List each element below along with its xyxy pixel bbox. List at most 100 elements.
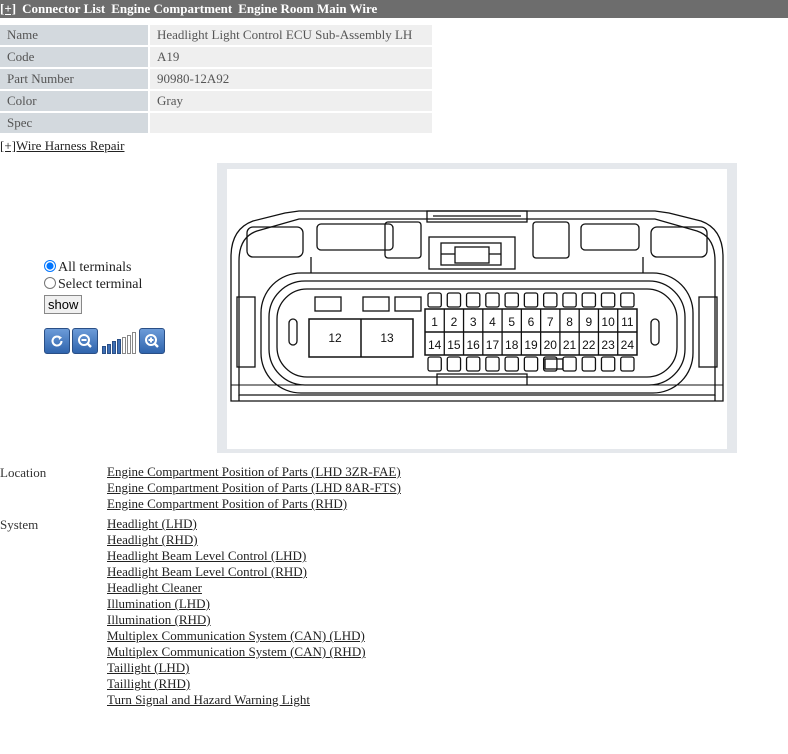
terminal-12[interactable]: 12 [328,331,342,345]
location-link[interactable]: Engine Compartment Position of Parts (LH… [107,464,401,480]
terminal-2[interactable]: 2 [451,315,458,329]
system-link[interactable]: Headlight (RHD) [107,532,366,548]
info-label: Code [0,47,148,67]
system-link[interactable]: Taillight (RHD) [107,676,366,692]
terminal-controls: All terminals Select terminal show [44,259,142,314]
terminal-13[interactable]: 13 [380,331,394,345]
terminal-slot [427,356,442,372]
system-link[interactable]: Headlight (LHD) [107,516,366,532]
terminal-18[interactable]: 18 [505,338,519,352]
select-terminal-option[interactable]: Select terminal [44,276,142,293]
info-value: Headlight Light Control ECU Sub-Assembly… [150,25,432,45]
terminal-24[interactable]: 24 [621,338,635,352]
terminal-slot [504,292,520,308]
info-label: Color [0,91,148,111]
info-label: Spec [0,113,148,133]
zoom-step[interactable] [127,334,131,354]
connector-drawing: 12 13 1 2 3 4 5 6 7 8 9 10 11 14 15 16 17 18 19 20 21 22 23… [227,169,727,449]
system-link[interactable]: Illumination (LHD) [107,596,366,612]
terminal-3[interactable]: 3 [470,315,477,329]
info-row-name: Name Headlight Light Control ECU Sub-Asse… [0,25,432,45]
header-engine-room-main-wire: Engine Room Main Wire [238,1,378,16]
wire-harness-repair-link[interactable]: [+]Wire Harness Repair [0,138,124,154]
location-link[interactable]: Engine Compartment Position of Parts (LH… [107,480,401,496]
all-terminals-radio[interactable] [44,260,56,272]
terminal-16[interactable]: 16 [467,338,481,352]
terminal-8[interactable]: 8 [566,315,573,329]
terminal-slot [600,356,616,372]
info-value [150,113,432,133]
connector-diagram: 12 13 1 2 3 4 5 6 7 8 9 10 11 14 15 16 17 18 19 20 21 22 23… [217,163,737,453]
system-link[interactable]: Multiplex Communication System (CAN) (RH… [107,644,366,660]
header-engine-compartment: Engine Compartment [111,1,233,16]
zoom-level-bar[interactable] [102,330,137,354]
terminal-slot [600,292,616,308]
system-link[interactable]: Illumination (RHD) [107,612,366,628]
terminal-slot [542,292,558,308]
all-terminals-label: All terminals [58,260,132,275]
zoom-step[interactable] [107,343,111,354]
all-terminals-option[interactable]: All terminals [44,259,142,276]
info-row-part-number: Part Number 90980-12A92 [0,69,432,89]
select-terminal-label: Select terminal [58,277,143,292]
rotate-icon [51,335,63,347]
system-link[interactable]: Headlight Beam Level Control (RHD) [107,564,366,580]
terminal-slot [427,292,442,308]
terminal-slot [465,292,481,308]
select-terminal-radio[interactable] [44,277,56,289]
zoom-step[interactable] [102,346,106,354]
location-links: Engine Compartment Position of Parts (LH… [107,464,401,512]
terminal-slot [620,292,635,308]
terminal-7[interactable]: 7 [547,315,554,329]
terminal-slot [523,292,539,308]
show-button[interactable]: show [44,295,83,314]
terminal-slot [485,356,500,372]
zoom-out-button[interactable] [72,328,98,354]
terminal-4[interactable]: 4 [489,315,496,329]
info-value: 90980-12A92 [150,69,432,89]
terminal-19[interactable]: 19 [524,338,538,352]
terminal-1[interactable]: 1 [431,315,438,329]
info-row-color: Color Gray [0,91,432,111]
terminal-slot [523,356,539,372]
terminal-slot [581,356,597,372]
zoom-step[interactable] [112,341,116,354]
terminal-14[interactable]: 14 [428,338,442,352]
terminal-slot [504,356,520,372]
system-link[interactable]: Multiplex Communication System (CAN) (LH… [107,628,366,644]
terminal-slot [446,356,462,372]
terminal-21[interactable]: 21 [563,338,577,352]
terminal-11[interactable]: 11 [621,315,634,329]
terminal-20[interactable]: 20 [544,338,558,352]
terminal-9[interactable]: 9 [585,315,592,329]
zoom-in-button[interactable] [139,328,165,354]
info-label: Name [0,25,148,45]
terminal-slot [562,356,577,372]
header-connector-list: Connector List [22,1,106,16]
location-link[interactable]: Engine Compartment Position of Parts (RH… [107,496,401,512]
terminal-15[interactable]: 15 [447,338,461,352]
terminal-5[interactable]: 5 [508,315,515,329]
system-link[interactable]: Headlight Cleaner [107,580,366,596]
terminal-6[interactable]: 6 [528,315,535,329]
system-link[interactable]: Headlight Beam Level Control (LHD) [107,548,366,564]
zoom-step[interactable] [132,332,136,354]
terminal-17[interactable]: 17 [486,338,500,352]
connector-header: [+] Connector List Engine Compartment Engin… [0,0,788,18]
zoom-step[interactable] [122,336,126,354]
terminal-slot [581,292,597,308]
header-toggle[interactable]: [+] [0,1,16,16]
zoom-controls [44,328,167,354]
info-row-code: Code A19 [0,47,432,67]
info-value: A19 [150,47,432,67]
system-link[interactable]: Taillight (LHD) [107,660,366,676]
location-label: Location [0,465,47,480]
rotate-button[interactable] [44,328,70,354]
terminal-23[interactable]: 23 [601,338,615,352]
terminal-10[interactable]: 10 [601,315,615,329]
system-link[interactable]: Turn Signal and Hazard Warning Light [107,692,366,708]
zoom-step[interactable] [117,339,121,354]
terminal-slot [446,292,462,308]
terminal-22[interactable]: 22 [582,338,596,352]
info-label: Part Number [0,69,148,89]
